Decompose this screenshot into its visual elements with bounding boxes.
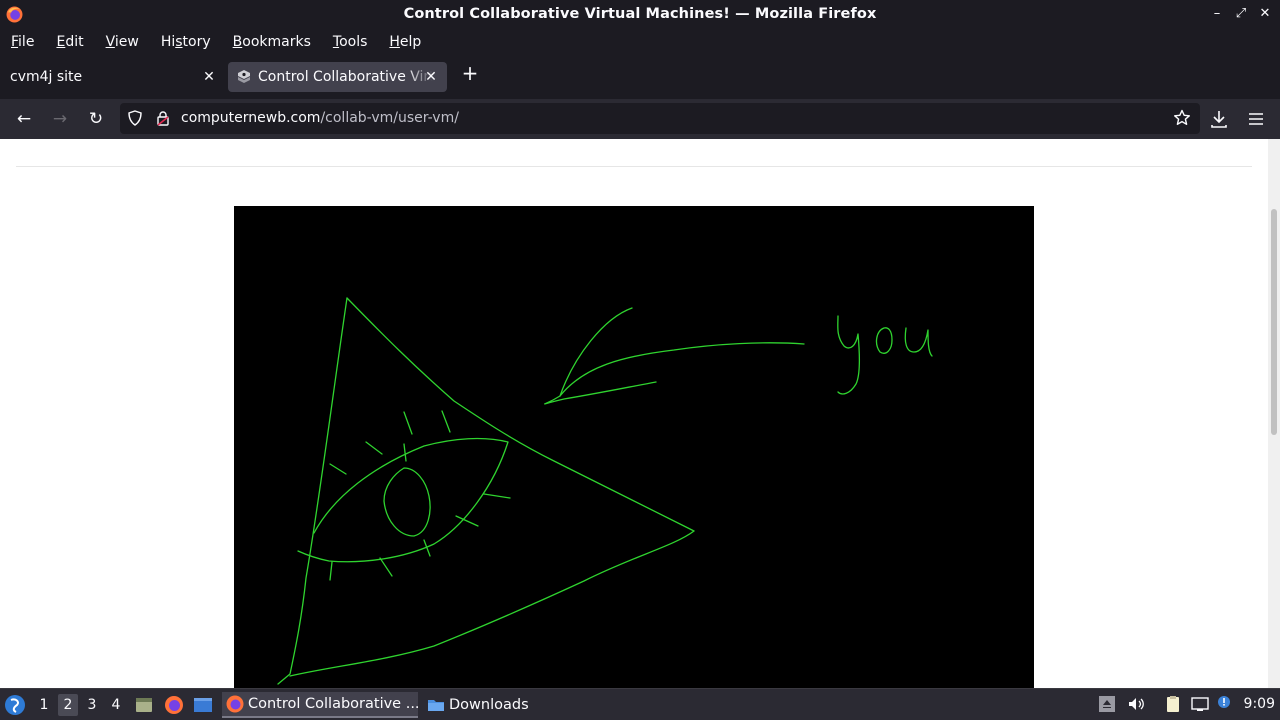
url-host: computernewb.com — [181, 110, 321, 126]
page-content — [0, 139, 1268, 688]
scrollbar-thumb[interactable] — [1271, 209, 1277, 435]
eyelash — [329, 463, 347, 475]
workspace-2[interactable]: 2 — [58, 694, 78, 716]
tracking-protection-shield-icon[interactable] — [127, 110, 143, 126]
you-u — [904, 327, 933, 357]
vm-display[interactable] — [234, 206, 1034, 688]
volume-icon[interactable] — [1126, 694, 1146, 714]
window-title: Control Collaborative Virtual Machines! … — [403, 6, 877, 22]
tab-collab-vm[interactable]: Control Collaborative Virtual Machines! … — [228, 62, 447, 92]
taskbar: 1 2 3 4 Control Collaborative ... Downlo… — [0, 688, 1280, 720]
menu-history[interactable]: History — [161, 34, 211, 50]
vm-drawing — [277, 297, 933, 685]
workspace-1[interactable]: 1 — [34, 694, 54, 716]
network-icon[interactable] — [1190, 694, 1210, 714]
eyelash — [365, 441, 383, 455]
folder-icon — [428, 700, 444, 711]
page-scrollbar[interactable] — [1268, 139, 1280, 688]
hamburger-menu-icon[interactable] — [1245, 108, 1267, 130]
arrow-shaft — [559, 342, 805, 397]
you-y — [837, 315, 860, 395]
task-label: Control Collaborative ... — [248, 696, 420, 712]
eyelash — [403, 443, 407, 462]
forward-button[interactable]: → — [49, 108, 71, 130]
triangle-stroke — [346, 297, 695, 532]
taskbar-task-firefox[interactable]: Control Collaborative ... — [222, 692, 420, 718]
minimize-button[interactable]: – — [1210, 6, 1224, 22]
eyelash — [329, 561, 333, 581]
menu-bar: File Edit View History Bookmarks Tools H… — [0, 29, 1280, 54]
you-o — [875, 327, 893, 354]
menu-view[interactable]: View — [106, 34, 139, 50]
downloads-icon[interactable] — [1208, 108, 1230, 130]
file-manager-launcher-icon[interactable] — [134, 695, 154, 715]
new-tab-button[interactable]: + — [459, 62, 481, 84]
taskbar-task-downloads[interactable]: Downloads — [423, 692, 533, 718]
close-window-button[interactable]: ✕ — [1258, 6, 1272, 22]
eyelash — [379, 557, 393, 577]
restore-button[interactable]: ⤢ — [1234, 6, 1248, 22]
tab-bar: cvm4j site ✕ Control Collaborative Virtu… — [0, 54, 1280, 99]
eyelash — [403, 411, 413, 435]
workspace-3[interactable]: 3 — [82, 694, 102, 716]
url-path: /collab-vm/user-vm/ — [320, 110, 459, 126]
desktop-launcher-icon[interactable] — [193, 695, 213, 715]
eye-pupil — [383, 467, 431, 537]
triangle-stroke — [289, 530, 695, 677]
close-tab-icon[interactable]: ✕ — [201, 69, 217, 85]
clipboard-icon[interactable] — [1163, 694, 1183, 714]
menu-tools[interactable]: Tools — [333, 34, 368, 50]
menu-file[interactable]: File — [11, 34, 34, 50]
update-notification-icon[interactable] — [1214, 694, 1234, 714]
collab-vm-favicon-icon — [238, 70, 250, 83]
eyelash — [441, 410, 451, 433]
triangle-stroke — [277, 297, 348, 685]
close-tab-icon[interactable]: ✕ — [423, 69, 439, 85]
eyelash — [483, 493, 511, 499]
menu-edit[interactable]: Edit — [56, 34, 83, 50]
firefox-launcher-icon[interactable] — [164, 695, 184, 715]
lock-icon[interactable] — [155, 110, 171, 126]
eye-upper-lid — [297, 437, 509, 563]
task-label: Downloads — [449, 697, 529, 713]
url-bar[interactable]: computernewb.com/collab-vm/user-vm/ — [120, 103, 1200, 134]
menu-bookmarks[interactable]: Bookmarks — [233, 34, 311, 50]
url-text[interactable]: computernewb.com/collab-vm/user-vm/ — [181, 110, 459, 126]
navigation-bar: ← → ↻ computernewb.com/collab-vm/user-vm… — [0, 99, 1280, 139]
tray-eject-icon[interactable] — [1097, 694, 1117, 714]
clock: 9:09 — [1243, 696, 1275, 712]
tab-title: Control Collaborative Virtual Machines! — [258, 69, 433, 85]
start-menu-icon[interactable] — [4, 694, 26, 716]
menu-help[interactable]: Help — [389, 34, 421, 50]
divider — [16, 166, 1252, 167]
bookmark-star-icon[interactable] — [1173, 109, 1191, 127]
workspace-4[interactable]: 4 — [106, 694, 126, 716]
firefox-icon — [226, 695, 244, 713]
reload-button[interactable]: ↻ — [85, 108, 107, 130]
tab-cvm4j-site[interactable]: cvm4j site ✕ — [0, 62, 225, 92]
tab-title: cvm4j site — [10, 69, 83, 85]
window-titlebar: Control Collaborative Virtual Machines! … — [0, 0, 1280, 29]
back-button[interactable]: ← — [13, 108, 35, 130]
